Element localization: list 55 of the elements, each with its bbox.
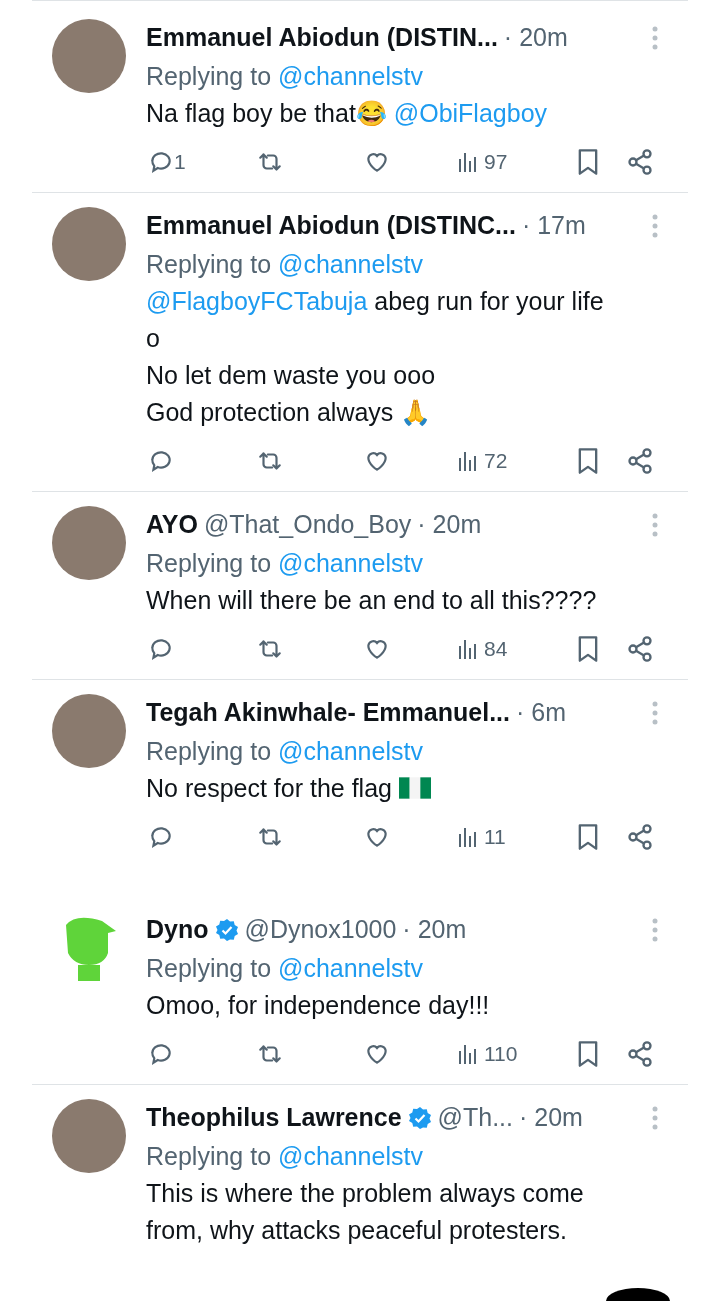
bar-chart-icon[interactable]	[458, 826, 478, 848]
share-icon[interactable]	[626, 148, 654, 176]
author-name[interactable]: Theophilus Lawrence	[146, 1099, 402, 1137]
reply-icon[interactable]	[148, 824, 174, 850]
post-time: · 20m	[402, 914, 467, 946]
author-handle[interactable]: @Th...	[437, 1099, 513, 1137]
post-text: When will there be an end to all this????	[146, 585, 598, 616]
author-handle[interactable]: @That_Ondo_Boy	[203, 506, 412, 544]
view-count: 11	[484, 824, 506, 851]
author-name[interactable]: Tegah Akinwhale- Emmanuel...	[146, 694, 510, 732]
author-name[interactable]: Emmanuel Abiodun (DISTINC...	[146, 207, 516, 245]
view-count: 97	[484, 149, 508, 176]
bar-chart-icon[interactable]	[458, 638, 478, 660]
post-time: · 6m	[515, 697, 566, 729]
view-count: 84	[484, 636, 508, 663]
reply-icon[interactable]	[148, 636, 174, 662]
reply-icon[interactable]	[148, 149, 174, 175]
post-time: · 20m	[503, 22, 568, 54]
reply-count: 1	[174, 149, 186, 176]
replying-to-label: Replying to	[146, 62, 272, 90]
post-text: No respect for the flag	[146, 770, 658, 807]
bookmark-icon[interactable]	[576, 823, 600, 851]
post-time: · 20m	[519, 1102, 583, 1134]
share-icon[interactable]	[626, 635, 654, 663]
replying-to-label: Replying to	[146, 954, 272, 982]
author-name[interactable]: AYO	[146, 506, 198, 544]
bar-chart-icon[interactable]	[458, 1043, 478, 1065]
author-handle[interactable]: @Dynox1000	[244, 911, 397, 949]
share-icon[interactable]	[626, 1040, 654, 1068]
post-time: · 17m	[521, 210, 586, 242]
bookmark-icon[interactable]	[576, 1040, 600, 1068]
post-text: This is where the problem always come from, why attacks peaceful protesters.	[146, 1178, 585, 1246]
bookmark-icon[interactable]	[576, 447, 600, 475]
share-icon[interactable]	[626, 823, 654, 851]
replying-to-label: Replying to	[146, 250, 272, 278]
floating-button[interactable]	[606, 1288, 670, 1301]
nigeria-flag-icon	[398, 776, 431, 800]
post-time: · 20m	[417, 509, 482, 541]
post-text: @FlagboyFCTabuja abeg run for your life o No let dem waste you ooo God protection always 🙏	[146, 286, 605, 428]
bookmark-icon[interactable]	[576, 148, 600, 176]
view-count: 110	[484, 1041, 518, 1068]
bookmark-icon[interactable]	[576, 635, 600, 663]
bar-chart-icon[interactable]	[458, 151, 478, 173]
post-text: Omoo, for independence day!!!	[146, 990, 491, 1021]
post-text: Na flag boy be that😂 @ObiFlagboy	[146, 98, 549, 129]
bar-chart-icon[interactable]	[458, 450, 478, 472]
author-name[interactable]: Dyno	[146, 911, 209, 949]
replying-to-label: Replying to	[146, 737, 272, 765]
reply-icon[interactable]	[148, 448, 174, 474]
reply-icon[interactable]	[148, 1041, 174, 1067]
view-count: 72	[484, 448, 508, 475]
replying-to-label: Replying to	[146, 1142, 272, 1170]
replying-to-label: Replying to	[146, 549, 272, 577]
share-icon[interactable]	[626, 447, 654, 475]
author-name[interactable]: Emmanuel Abiodun (DISTIN...	[146, 19, 498, 57]
